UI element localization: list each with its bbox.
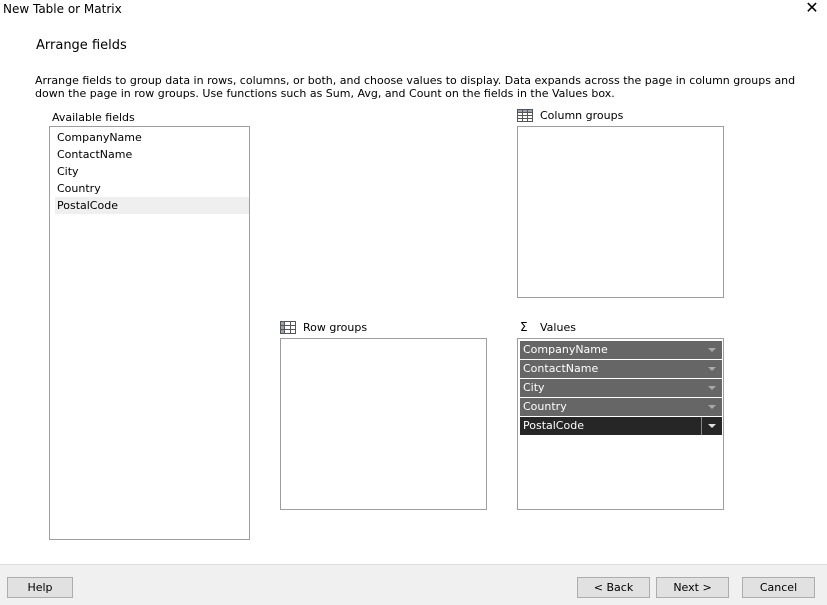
column-groups-box[interactable] [517, 126, 724, 298]
value-field-country[interactable]: Country [520, 398, 722, 416]
back-button[interactable]: < Back [577, 577, 650, 598]
value-field-postalcode[interactable]: PostalCode [520, 417, 722, 435]
available-field-country[interactable]: Country [55, 180, 249, 197]
sigma-icon: Σ [520, 320, 528, 334]
chevron-down-icon[interactable] [702, 379, 722, 397]
value-field-companyname[interactable]: CompanyName [520, 341, 722, 359]
page-description: Arrange fields to group data in rows, co… [35, 74, 796, 100]
available-field-companyname[interactable]: CompanyName [55, 129, 249, 146]
value-field-city[interactable]: City [520, 379, 722, 397]
cancel-button[interactable]: Cancel [742, 577, 815, 598]
table-icon [280, 321, 296, 334]
value-field-contactname[interactable]: ContactName [520, 360, 722, 378]
next-button[interactable]: Next > [656, 577, 729, 598]
available-field-contactname[interactable]: ContactName [55, 146, 249, 163]
available-field-postalcode[interactable]: PostalCode [55, 197, 249, 214]
value-field-label: Country [523, 400, 567, 413]
value-field-label: ContactName [523, 362, 599, 375]
value-field-label: PostalCode [523, 419, 584, 432]
row-groups-box[interactable] [280, 338, 487, 510]
help-button[interactable]: Help [7, 577, 73, 598]
available-fields-label: Available fields [52, 111, 135, 124]
values-label: Values [540, 321, 576, 334]
chevron-down-icon[interactable] [702, 360, 722, 378]
row-groups-label: Row groups [303, 321, 368, 334]
available-field-city[interactable]: City [55, 163, 249, 180]
available-fields-list[interactable]: CompanyName ContactName City Country Pos… [49, 126, 250, 540]
button-bar: Help < Back Next > Cancel [0, 564, 827, 605]
close-icon[interactable]: ✕ [805, 0, 819, 16]
values-box[interactable]: CompanyName ContactName City Country Pos… [517, 338, 724, 510]
chevron-down-icon[interactable] [701, 417, 722, 435]
value-field-label: City [523, 381, 545, 394]
page-heading: Arrange fields [36, 38, 127, 53]
chevron-down-icon[interactable] [702, 398, 722, 416]
column-groups-label: Column groups [540, 109, 624, 122]
chevron-down-icon[interactable] [702, 341, 722, 359]
value-field-label: CompanyName [523, 343, 608, 356]
window-title: New Table or Matrix [3, 2, 122, 16]
table-icon [517, 109, 533, 122]
